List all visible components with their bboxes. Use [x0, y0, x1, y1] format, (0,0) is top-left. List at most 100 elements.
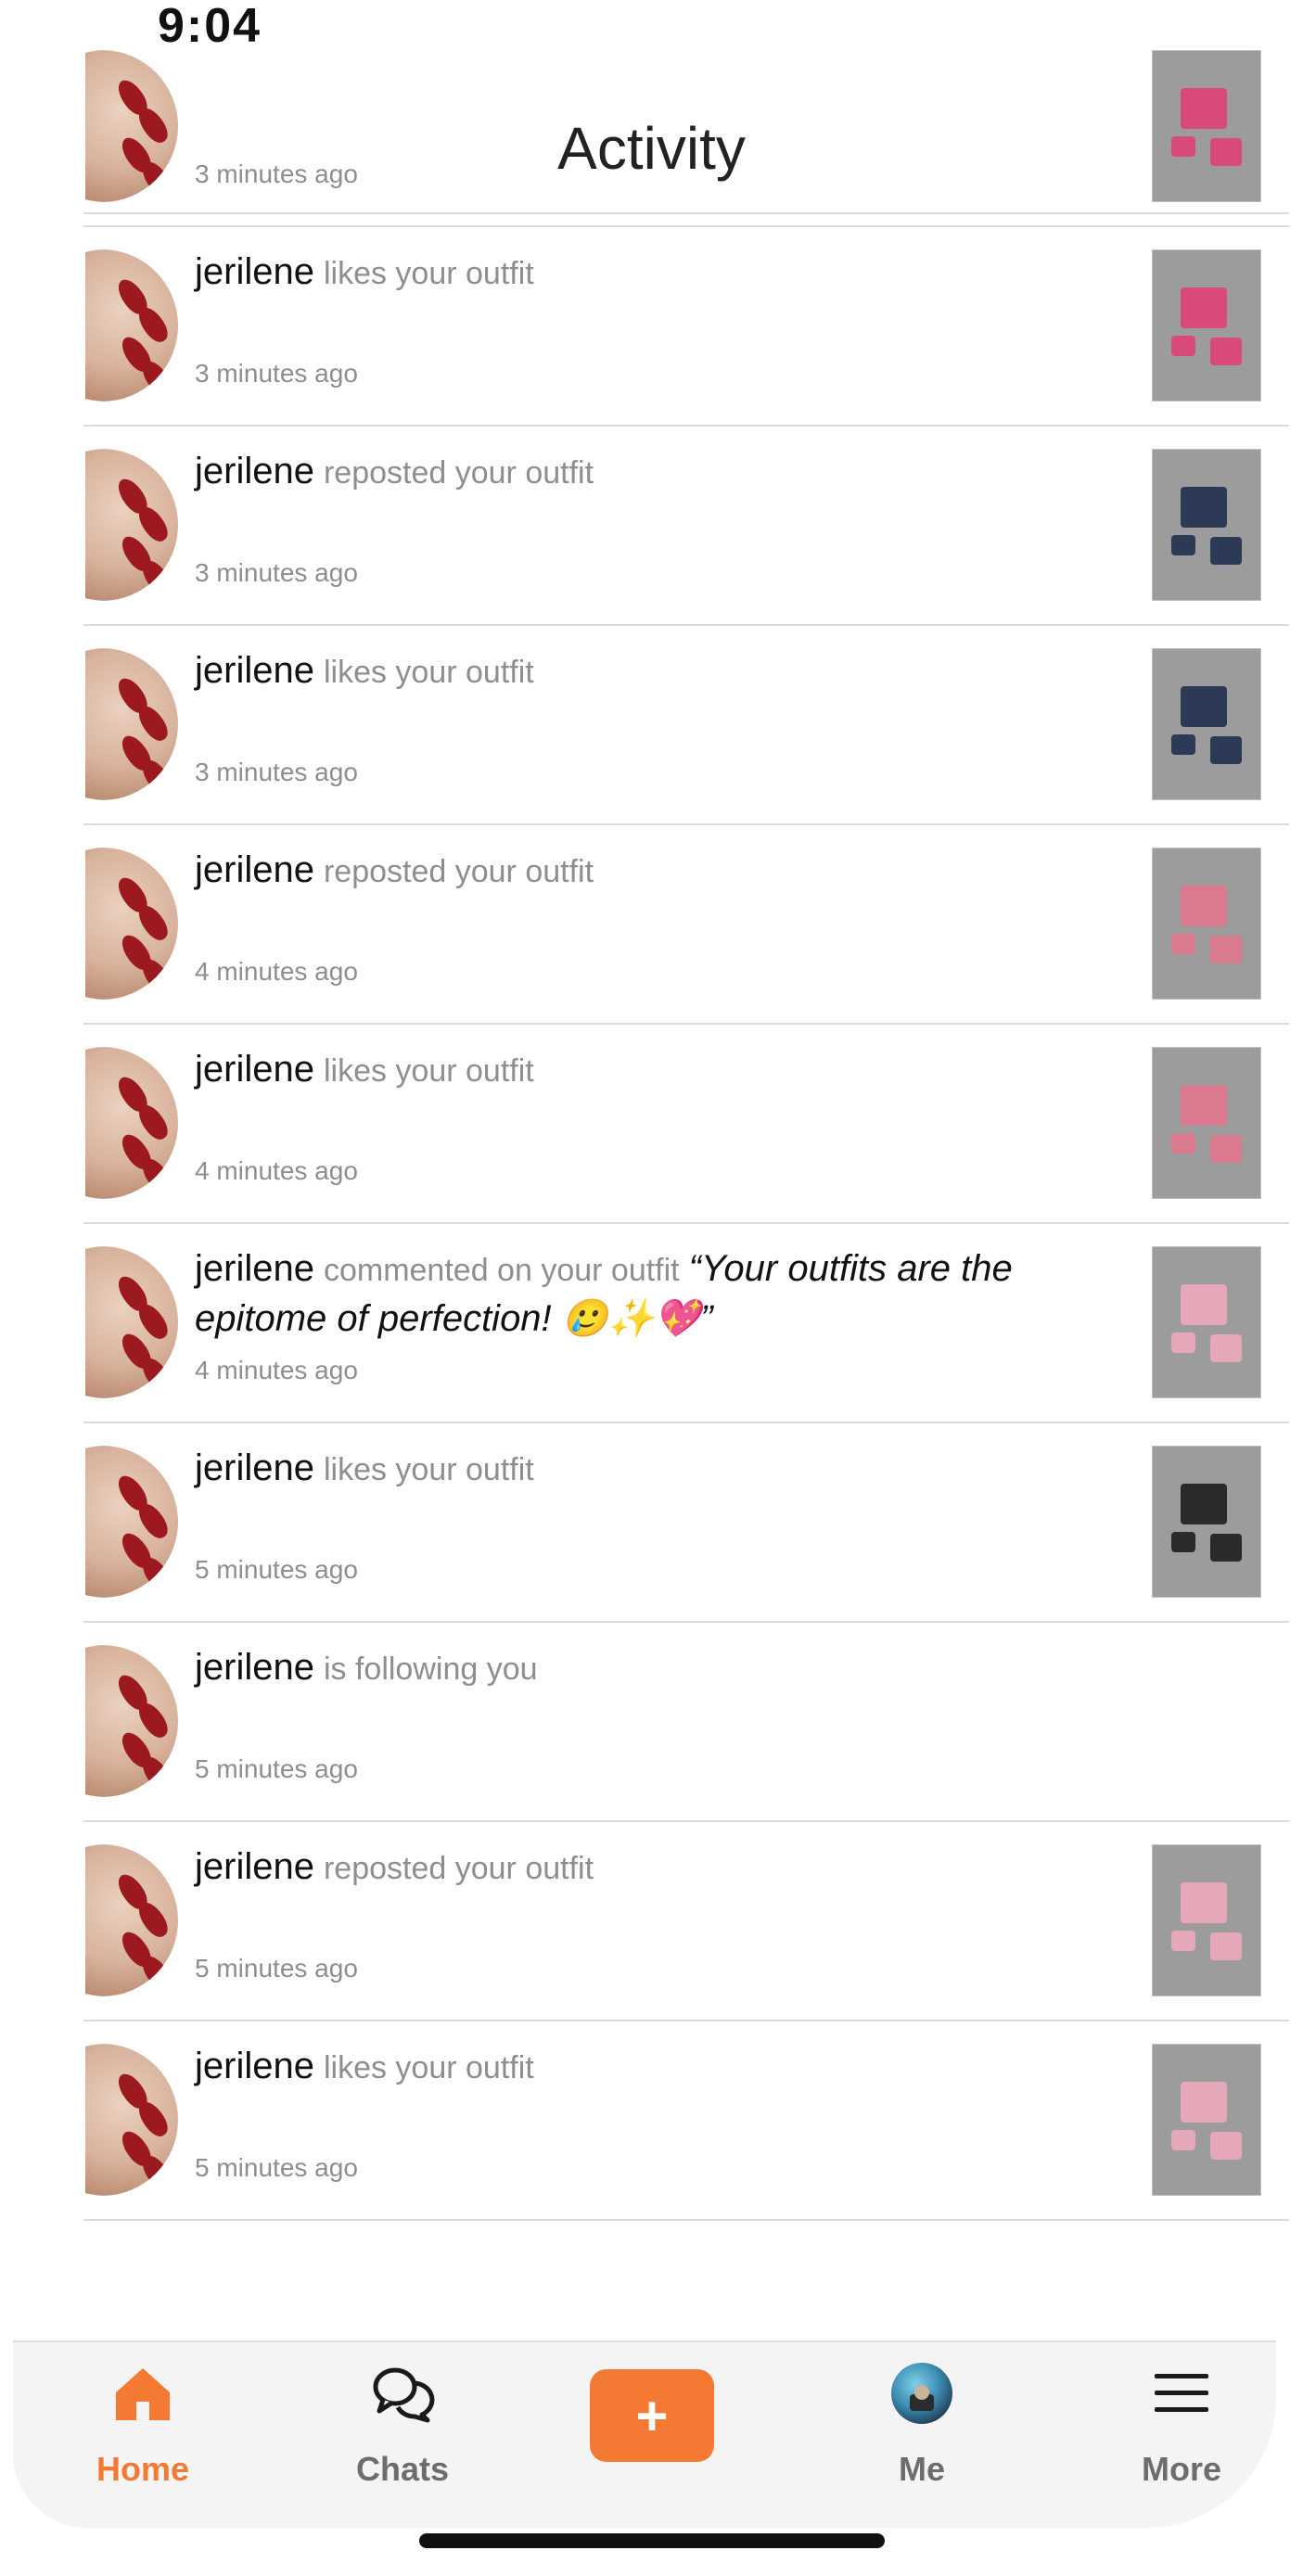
thumbnail-clothing-item [1181, 886, 1227, 926]
add-outfit-button[interactable]: + [590, 2369, 714, 2462]
activity-text: jerilene likes your outfit [195, 1045, 1122, 1095]
activity-username[interactable]: jerilene [195, 451, 314, 491]
thumbnail-clothing-item [1210, 1534, 1242, 1562]
activity-username[interactable]: jerilene [195, 1447, 314, 1488]
thumbnail-clothing-item [1210, 338, 1242, 365]
activity-row[interactable]: jerilene likes your outfit 3 minutes ago [0, 227, 1303, 427]
outfit-thumbnail[interactable] [1152, 1446, 1261, 1598]
activity-username[interactable]: jerilene [195, 1647, 314, 1688]
tab-more[interactable]: More [1089, 2342, 1274, 2528]
activity-row[interactable]: jerilene likes your outfit 4 minutes ago [0, 1025, 1303, 1224]
activity-text: jerilene reposted your outfit [195, 447, 1122, 497]
thumbnail-clothing-item [1181, 1882, 1227, 1923]
row-divider [83, 2219, 1289, 2221]
thumbnail-clothing-item [1181, 1085, 1227, 1126]
thumbnail-clothing-item [1171, 934, 1195, 954]
chat-bubbles-icon [373, 2367, 435, 2423]
user-avatar[interactable] [85, 848, 178, 1000]
activity-text: jerilene likes your outfit [195, 2042, 1122, 2092]
activity-timestamp: 4 minutes ago [195, 1156, 358, 1185]
activity-action: reposted your outfit [323, 854, 594, 889]
activity-text: jerilene is following you [195, 1643, 1122, 1693]
user-avatar[interactable] [85, 1645, 178, 1797]
home-icon [116, 2368, 170, 2420]
activity-action: commented on your outfit [323, 1253, 680, 1288]
outfit-thumbnail[interactable] [1152, 1047, 1261, 1199]
outfit-thumbnail[interactable] [1152, 2044, 1261, 2196]
activity-timestamp: 5 minutes ago [195, 1754, 358, 1783]
activity-text: jerilene likes your outfit [195, 646, 1122, 696]
activity-username[interactable]: jerilene [195, 849, 314, 890]
activity-timestamp: 5 minutes ago [195, 2153, 358, 2182]
tab-home-label: Home [96, 2450, 190, 2488]
activity-action: reposted your outfit [323, 455, 594, 491]
activity-text [195, 48, 1122, 98]
activity-username[interactable]: jerilene [195, 2046, 314, 2086]
activity-row[interactable]: jerilene commented on your outfit “Your o… [0, 1224, 1303, 1423]
activity-username[interactable]: jerilene [195, 1049, 314, 1090]
activity-text: jerilene reposted your outfit [195, 1843, 1122, 1893]
thumbnail-clothing-item [1210, 1334, 1242, 1362]
header-divider [83, 212, 1289, 214]
thumbnail-clothing-item [1210, 936, 1242, 963]
activity-text: jerilene likes your outfit [195, 1444, 1122, 1494]
activity-row[interactable]: jerilene is following you 5 minutes ago [0, 1623, 1303, 1822]
activity-action: is following you [323, 1651, 538, 1687]
activity-row[interactable]: jerilene likes your outfit 5 minutes ago [0, 1423, 1303, 1623]
thumbnail-clothing-item [1171, 535, 1195, 555]
tab-chats-label: Chats [355, 2450, 450, 2488]
user-avatar[interactable] [85, 1246, 178, 1398]
activity-timestamp: 5 minutes ago [195, 1954, 358, 1983]
activity-action: likes your outfit [323, 2050, 534, 2085]
activity-username[interactable]: jerilene [195, 1846, 314, 1887]
outfit-thumbnail[interactable] [1152, 648, 1261, 800]
activity-action: reposted your outfit [323, 1851, 594, 1886]
activity-row[interactable]: jerilene reposted your outfit 3 minutes ag… [0, 427, 1303, 626]
thumbnail-clothing-item [1181, 487, 1227, 528]
tab-me[interactable]: Me [829, 2342, 1015, 2528]
outfit-thumbnail[interactable] [1152, 1844, 1261, 1996]
thumbnail-clothing-item [1210, 1932, 1242, 1960]
activity-row[interactable]: jerilene likes your outfit 5 minutes ago [0, 2021, 1303, 2221]
activity-action: likes your outfit [323, 1452, 534, 1487]
thumbnail-clothing-item [1181, 287, 1227, 328]
thumbnail-clothing-item [1181, 2082, 1227, 2123]
activity-row[interactable]: jerilene reposted your outfit 5 minutes ag… [0, 1822, 1303, 2021]
thumbnail-clothing-item [1181, 88, 1227, 129]
user-avatar[interactable] [85, 1844, 178, 1996]
thumbnail-clothing-item [1210, 2132, 1242, 2160]
user-avatar[interactable] [85, 50, 178, 202]
activity-screen: 9:04 Activity 3 minutes ago jerilene likes… [0, 0, 1303, 2576]
user-avatar[interactable] [85, 449, 178, 601]
profile-avatar-icon [891, 2363, 952, 2424]
activity-timestamp: 3 minutes ago [195, 159, 358, 188]
activity-text: jerilene likes your outfit [195, 248, 1122, 298]
tab-home[interactable]: Home [50, 2342, 236, 2528]
outfit-thumbnail[interactable] [1152, 1246, 1261, 1398]
tab-chats[interactable]: Chats [310, 2342, 495, 2528]
activity-row[interactable]: jerilene likes your outfit 3 minutes ago [0, 626, 1303, 825]
activity-username[interactable]: jerilene [195, 650, 314, 691]
user-avatar[interactable] [85, 2044, 178, 2196]
thumbnail-clothing-item [1171, 1931, 1195, 1951]
thumbnail-clothing-item [1181, 1484, 1227, 1524]
user-avatar[interactable] [85, 249, 178, 402]
user-avatar[interactable] [85, 1047, 178, 1199]
thumbnail-clothing-item [1210, 1135, 1242, 1163]
activity-row[interactable]: 3 minutes ago [0, 28, 1303, 227]
user-avatar[interactable] [85, 648, 178, 800]
thumbnail-clothing-item [1210, 736, 1242, 764]
activity-row[interactable]: jerilene reposted your outfit 4 minutes ag… [0, 825, 1303, 1025]
activity-username[interactable]: jerilene [195, 251, 314, 292]
outfit-thumbnail[interactable] [1152, 249, 1261, 402]
outfit-thumbnail[interactable] [1152, 449, 1261, 601]
thumbnail-clothing-item [1181, 686, 1227, 727]
activity-username[interactable]: jerilene [195, 1248, 314, 1289]
activity-timestamp: 3 minutes ago [195, 359, 358, 388]
thumbnail-clothing-item [1171, 1333, 1195, 1353]
thumbnail-clothing-item [1171, 336, 1195, 356]
outfit-thumbnail[interactable] [1152, 848, 1261, 1000]
outfit-thumbnail[interactable] [1152, 50, 1261, 202]
thumbnail-clothing-item [1210, 138, 1242, 166]
user-avatar[interactable] [85, 1446, 178, 1598]
